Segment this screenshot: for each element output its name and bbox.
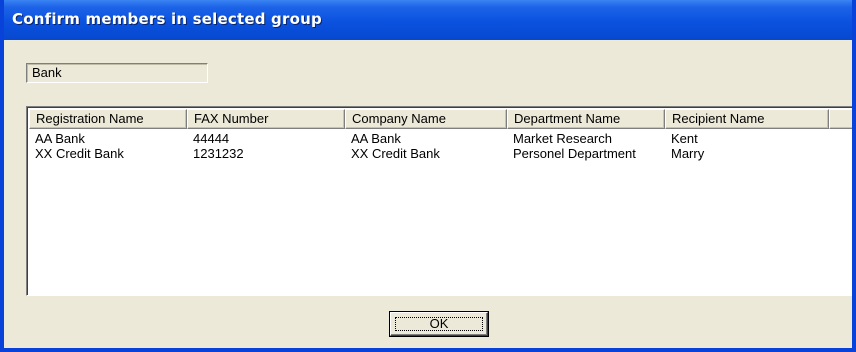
- group-name-field: Bank: [26, 63, 208, 83]
- cell-fax-number: 1231232: [193, 146, 244, 161]
- list-header: Registration Name FAX Number Company Nam…: [29, 109, 852, 129]
- cell-registration-name: AA Bank: [35, 131, 85, 146]
- table-row[interactable]: XX Credit Bank 1231232 XX Credit Bank Pe…: [29, 146, 852, 161]
- column-header-recipient-name[interactable]: Recipient Name: [665, 109, 829, 129]
- window-title: Confirm members in selected group: [12, 10, 322, 28]
- cell-company-name: AA Bank: [351, 131, 401, 146]
- column-header-fax-number[interactable]: FAX Number: [187, 109, 345, 129]
- column-header-department-name[interactable]: Department Name: [507, 109, 665, 129]
- confirm-members-dialog: Confirm members in selected group Bank R…: [0, 0, 856, 352]
- ok-button-label: OK: [429, 316, 449, 331]
- cell-fax-number: 44444: [193, 131, 230, 146]
- ok-button[interactable]: OK: [390, 312, 488, 336]
- cell-registration-name: XX Credit Bank: [35, 146, 124, 161]
- column-header-filler: [829, 109, 852, 129]
- column-header-company-name[interactable]: Company Name: [345, 109, 507, 129]
- cell-recipient-name: Marry: [671, 146, 705, 161]
- table-row[interactable]: AA Bank 44444 AA Bank Market Research Ke…: [29, 131, 852, 146]
- list-rows: AA Bank 44444 AA Bank Market Research Ke…: [29, 131, 852, 161]
- cell-recipient-name: Kent: [671, 131, 698, 146]
- cell-department-name: Market Research: [513, 131, 612, 146]
- cell-company-name: XX Credit Bank: [351, 146, 440, 161]
- title-bar[interactable]: Confirm members in selected group: [4, 0, 852, 40]
- members-list[interactable]: Registration Name FAX Number Company Nam…: [26, 106, 852, 296]
- column-header-registration-name[interactable]: Registration Name: [29, 109, 187, 129]
- cell-department-name: Personel Department: [513, 146, 636, 161]
